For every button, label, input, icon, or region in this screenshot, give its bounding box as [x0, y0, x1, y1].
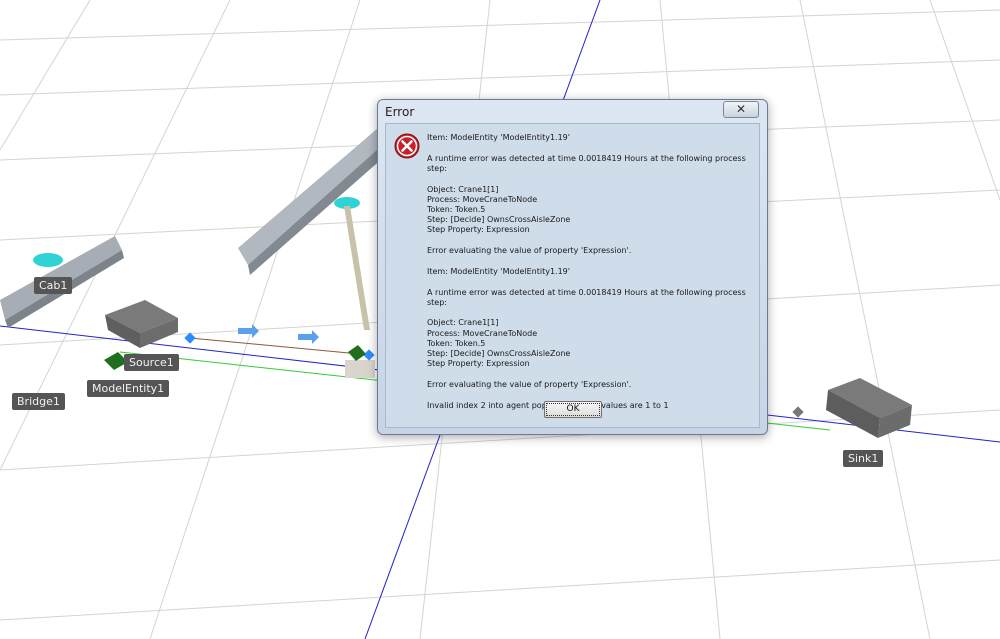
- step-line: Step: [Decide] OwnsCrossAisleZone: [427, 215, 571, 225]
- process-line: Process: MoveCraneToNode: [427, 194, 538, 204]
- step-property-line: Step Property: Expression: [427, 225, 530, 235]
- token-line: Token: Token.5: [427, 338, 486, 348]
- cab1-shape[interactable]: [33, 253, 63, 267]
- crane-pad: [345, 360, 375, 378]
- error-line: Error evaluating the value of property '…: [427, 246, 632, 256]
- error-dialog: Error ✕ Item: ModelEntity 'ModelEntity1.…: [377, 99, 768, 435]
- source1-shape[interactable]: [105, 300, 178, 348]
- process-line: Process: MoveCraneToNode: [427, 328, 538, 338]
- detected-line: A runtime error was detected at time 0.0…: [427, 287, 746, 307]
- error-message: Item: ModelEntity 'ModelEntity1.19' A ru…: [427, 133, 755, 411]
- step-line: Step: [Decide] OwnsCrossAisleZone: [427, 349, 571, 359]
- error-icon: [394, 133, 420, 159]
- source1-label[interactable]: Source1: [124, 354, 179, 371]
- token-line: Token: Token.5: [427, 205, 486, 215]
- crane-entity-shape[interactable]: [348, 345, 366, 361]
- detected-line: A runtime error was detected at time 0.0…: [427, 153, 746, 173]
- error-line: Error evaluating the value of property '…: [427, 379, 632, 389]
- entity-arrow-1: [238, 324, 259, 338]
- object-line: Object: Crane1[1]: [427, 184, 499, 194]
- step-property-line: Step Property: Expression: [427, 359, 530, 369]
- dialog-body: Item: ModelEntity 'ModelEntity1.19' A ru…: [385, 123, 760, 428]
- close-button[interactable]: ✕: [723, 101, 759, 118]
- cab1-label[interactable]: Cab1: [34, 277, 73, 294]
- sink1-shape[interactable]: [826, 378, 912, 438]
- item-line: Item: ModelEntity 'ModelEntity1.19': [427, 133, 570, 142]
- sink-input-node[interactable]: [792, 406, 804, 418]
- dialog-title: Error: [385, 105, 415, 119]
- crane-hoist: [344, 206, 370, 330]
- entity-arrow-2: [298, 330, 319, 344]
- model-entity1-label[interactable]: ModelEntity1: [87, 380, 170, 397]
- ok-button[interactable]: OK: [544, 401, 602, 418]
- object-line: Object: Crane1[1]: [427, 318, 499, 328]
- bridge1-label[interactable]: Bridge1: [12, 393, 65, 410]
- path-line: [189, 337, 371, 356]
- crane-node[interactable]: [363, 349, 375, 361]
- item-line: Item: ModelEntity 'ModelEntity1.19': [427, 266, 570, 276]
- sink1-label[interactable]: Sink1: [843, 450, 884, 467]
